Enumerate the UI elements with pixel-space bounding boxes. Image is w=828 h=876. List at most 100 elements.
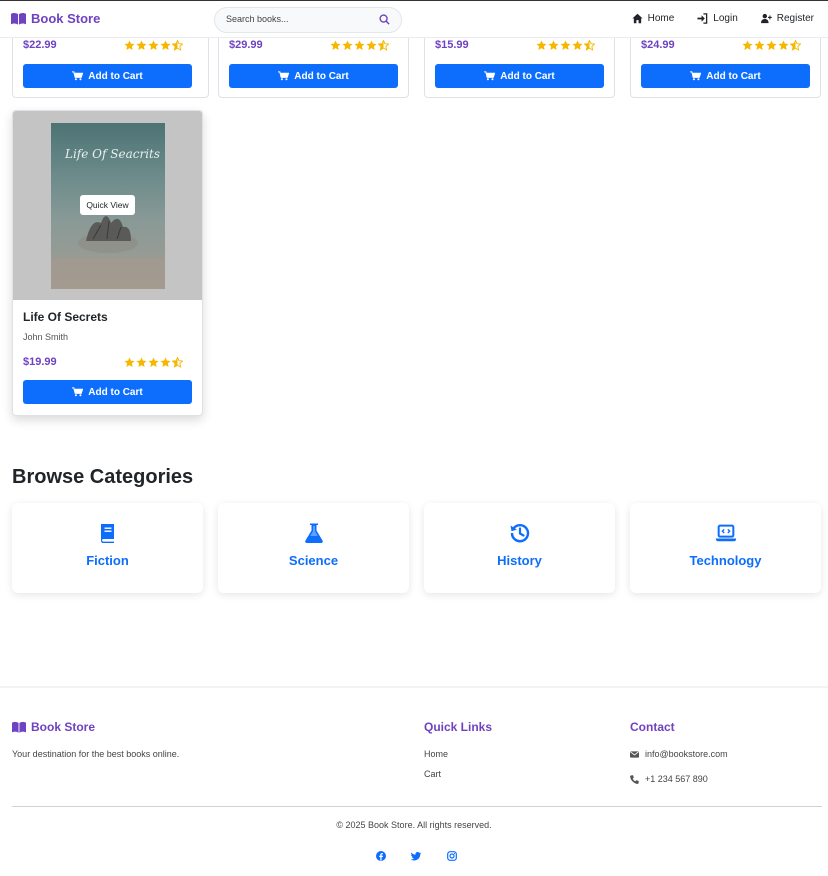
- cart-icon: [484, 71, 496, 81]
- star-full-icon: [354, 40, 365, 50]
- nav-home-label: Home: [647, 13, 675, 24]
- star-full-icon: [366, 40, 377, 50]
- search-icon[interactable]: [379, 14, 390, 25]
- add-to-cart-button[interactable]: Add to Cart: [229, 64, 398, 88]
- add-to-cart-label: Add to Cart: [88, 386, 143, 398]
- category-science[interactable]: Science: [218, 503, 409, 593]
- star-full-icon: [330, 40, 341, 50]
- rating-stars: [124, 40, 183, 51]
- add-to-cart-button[interactable]: Add to Cart: [23, 64, 192, 88]
- cart-icon: [72, 71, 84, 81]
- star-full-icon: [124, 40, 135, 50]
- facebook-icon: [376, 851, 386, 861]
- star-full-icon: [766, 40, 777, 50]
- star-full-icon: [742, 40, 753, 50]
- book-icon: [100, 524, 114, 543]
- star-full-icon: [572, 40, 583, 50]
- twitter-link[interactable]: [410, 848, 422, 861]
- star-full-icon: [148, 40, 159, 50]
- contact-phone: +1 234 567 890: [630, 774, 708, 784]
- category-label: History: [497, 553, 542, 568]
- envelope-icon: [630, 750, 639, 758]
- nav-register-label: Register: [776, 13, 814, 24]
- footer-brand: Book Store: [12, 720, 95, 734]
- nav-login-label: Login: [713, 13, 738, 24]
- search-input[interactable]: [226, 14, 376, 24]
- footer-link-home[interactable]: Home: [424, 749, 448, 759]
- star-full-icon: [536, 40, 547, 50]
- brand-logo[interactable]: Book Store: [11, 11, 100, 26]
- book-price: $24.99: [641, 39, 675, 51]
- flask-icon: [304, 523, 323, 543]
- star-full-icon: [160, 40, 171, 50]
- star-full-icon: [136, 40, 147, 50]
- brand-name: Book Store: [31, 11, 101, 26]
- open-book-icon: [12, 721, 26, 733]
- categories-heading: Browse Categories: [12, 466, 194, 488]
- add-to-cart-label: Add to Cart: [500, 70, 555, 82]
- sign-in-icon: [697, 13, 708, 24]
- cart-icon: [278, 71, 290, 81]
- star-full-icon: [124, 357, 135, 367]
- star-full-icon: [778, 40, 789, 50]
- nav-register[interactable]: Register: [760, 13, 814, 24]
- add-to-cart-button[interactable]: Add to Cart: [23, 380, 192, 404]
- star-half-icon: [172, 357, 183, 368]
- cart-icon: [72, 387, 84, 397]
- open-book-icon: [11, 12, 26, 25]
- book-price: $15.99: [435, 39, 469, 51]
- contact-email-text: info@bookstore.com: [645, 749, 728, 759]
- star-full-icon: [560, 40, 571, 50]
- book-cover-area[interactable]: Life Of Seacrits Quick View: [13, 111, 202, 300]
- rating-stars: [536, 40, 595, 51]
- add-to-cart-button[interactable]: Add to Cart: [641, 64, 810, 88]
- copyright-text: © 2025 Book Store. All rights reserved.: [336, 820, 492, 830]
- search-box: [214, 7, 402, 33]
- category-fiction[interactable]: Fiction: [12, 503, 203, 593]
- star-half-icon: [378, 40, 389, 51]
- category-label: Technology: [689, 553, 762, 568]
- footer-tagline: Your destination for the best books onli…: [12, 749, 180, 759]
- book-price: $19.99: [23, 356, 57, 368]
- rating-stars: [742, 40, 801, 51]
- star-full-icon: [148, 357, 159, 367]
- category-label: Science: [288, 553, 339, 568]
- contact-heading: Contact: [630, 720, 675, 734]
- quick-links-heading: Quick Links: [424, 720, 493, 734]
- instagram-icon: [447, 851, 457, 861]
- featured-book-card: Life Of Seacrits Quick View Life Of Secr…: [12, 110, 203, 416]
- phone-icon: [630, 774, 639, 784]
- footer: Book Store Your destination for the best…: [0, 686, 828, 876]
- laptop-code-icon: [715, 524, 736, 542]
- footer-brand-name: Book Store: [31, 720, 96, 734]
- nav-home[interactable]: Home: [632, 13, 675, 24]
- instagram-link[interactable]: [447, 848, 457, 861]
- cart-icon: [690, 71, 702, 81]
- add-to-cart-button[interactable]: Add to Cart: [435, 64, 604, 88]
- quick-view-button[interactable]: Quick View: [80, 195, 135, 215]
- category-technology[interactable]: Technology: [630, 503, 821, 593]
- book-author: John Smith: [23, 332, 69, 342]
- star-half-icon: [584, 40, 595, 51]
- twitter-icon: [410, 852, 422, 861]
- rating-stars: [124, 357, 183, 368]
- history-icon: [510, 524, 529, 543]
- star-half-icon: [172, 40, 183, 51]
- facebook-link[interactable]: [376, 848, 386, 861]
- nav-login[interactable]: Login: [697, 13, 738, 24]
- book-price: $29.99: [229, 39, 263, 51]
- footer-divider: [12, 806, 822, 807]
- add-to-cart-label: Add to Cart: [88, 70, 143, 82]
- add-to-cart-label: Add to Cart: [294, 70, 349, 82]
- category-label: Fiction: [86, 553, 129, 568]
- star-full-icon: [136, 357, 147, 367]
- add-to-cart-label: Add to Cart: [706, 70, 761, 82]
- rating-stars: [330, 40, 389, 51]
- star-half-icon: [790, 40, 801, 51]
- book-title[interactable]: Life Of Secrets: [23, 310, 108, 324]
- navbar: Book Store Home Login Register: [0, 0, 828, 38]
- footer-link-cart[interactable]: Cart: [424, 769, 441, 779]
- star-full-icon: [160, 357, 171, 367]
- nav-links: Home Login Register: [632, 13, 814, 24]
- category-history[interactable]: History: [424, 503, 615, 593]
